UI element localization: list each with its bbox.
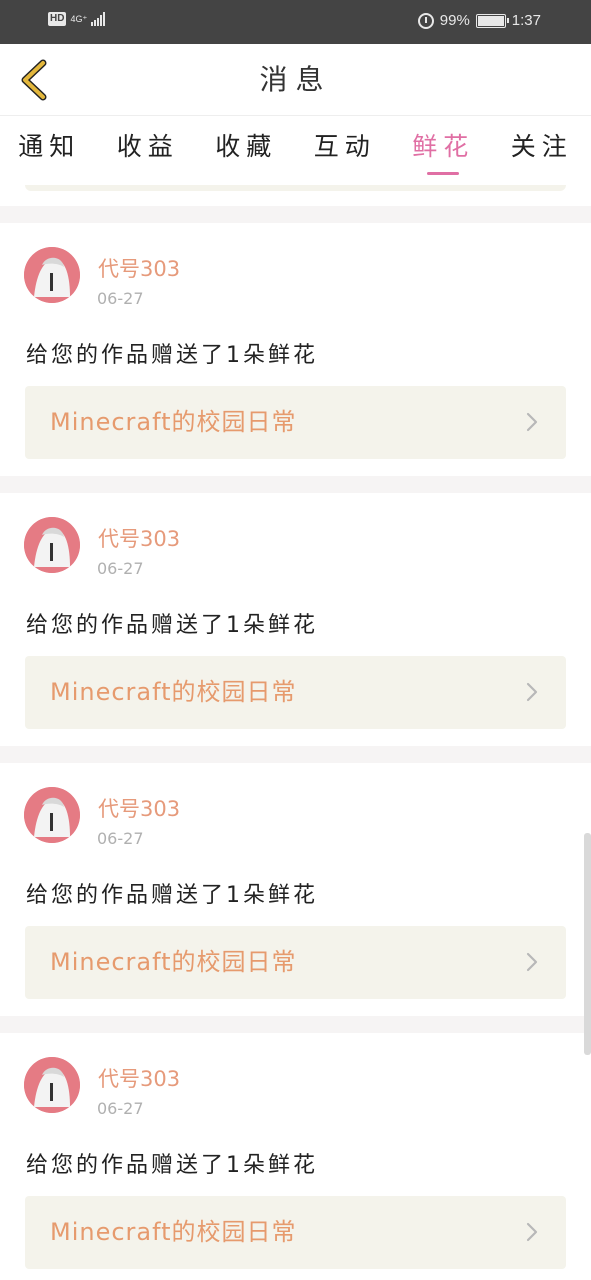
network-label: 4G⁺ bbox=[70, 14, 88, 24]
message-date: 06-27 bbox=[97, 1099, 144, 1118]
scrollbar[interactable] bbox=[584, 833, 591, 1055]
avatar-image bbox=[24, 1057, 80, 1113]
chevron-right-icon bbox=[526, 1222, 538, 1242]
message-date: 06-27 bbox=[97, 559, 144, 578]
status-bar: HD 4G⁺ 99% 1:37 bbox=[0, 0, 591, 44]
work-link-card[interactable]: Minecraft的校园日常 bbox=[25, 656, 566, 729]
message-date: 06-27 bbox=[97, 289, 144, 308]
tab-flowers[interactable]: 鲜花 bbox=[408, 117, 478, 185]
tab-follows[interactable]: 关注 bbox=[507, 117, 577, 185]
previous-card-edge bbox=[25, 185, 566, 191]
message-text: 给您的作品赠送了1朵鲜花 bbox=[26, 883, 318, 908]
message-text: 给您的作品赠送了1朵鲜花 bbox=[26, 343, 318, 368]
message-item: 代号303 06-27 给您的作品赠送了1朵鲜花 Minecraft的校园日常 bbox=[0, 763, 591, 1016]
battery-icon bbox=[475, 13, 509, 28]
message-list: 代号303 06-27 给您的作品赠送了1朵鲜花 Minecraft的校园日常 … bbox=[0, 185, 591, 1280]
chevron-right-icon bbox=[526, 952, 538, 972]
tab-earnings[interactable]: 收益 bbox=[113, 117, 183, 185]
avatar[interactable] bbox=[24, 1057, 80, 1113]
signal-icon bbox=[91, 12, 106, 26]
hd-badge: HD bbox=[48, 12, 67, 26]
avatar-image bbox=[24, 517, 80, 573]
sender-name[interactable]: 代号303 bbox=[98, 1063, 180, 1093]
work-title: Minecraft的校园日常 bbox=[50, 1218, 297, 1246]
message-date: 06-27 bbox=[97, 829, 144, 848]
battery-percent: 99% bbox=[439, 12, 470, 29]
status-left: HD 4G⁺ bbox=[48, 12, 106, 26]
chevron-right-icon bbox=[526, 682, 538, 702]
divider bbox=[0, 1016, 591, 1033]
work-link-card[interactable]: Minecraft的校园日常 bbox=[25, 1196, 566, 1269]
work-link-card[interactable]: Minecraft的校园日常 bbox=[25, 926, 566, 999]
avatar[interactable] bbox=[24, 787, 80, 843]
sender-name[interactable]: 代号303 bbox=[98, 523, 180, 553]
work-title: Minecraft的校园日常 bbox=[50, 678, 297, 706]
sender-name[interactable]: 代号303 bbox=[98, 253, 180, 283]
tab-interactions[interactable]: 互动 bbox=[310, 117, 380, 185]
message-item: 代号303 06-27 给您的作品赠送了1朵鲜花 Minecraft的校园日常 bbox=[0, 223, 591, 476]
tab-bar: 通知 收益 收藏 互动 鲜花 关注 bbox=[0, 117, 591, 185]
work-link-card[interactable]: Minecraft的校园日常 bbox=[25, 386, 566, 459]
avatar[interactable] bbox=[24, 517, 80, 573]
message-text: 给您的作品赠送了1朵鲜花 bbox=[26, 1153, 318, 1178]
message-item: 代号303 06-27 给您的作品赠送了1朵鲜花 Minecraft的校园日常 bbox=[0, 493, 591, 746]
page-title: 消息 bbox=[259, 63, 332, 96]
clock: 1:37 bbox=[511, 12, 541, 29]
work-title: Minecraft的校园日常 bbox=[50, 948, 297, 976]
message-text: 给您的作品赠送了1朵鲜花 bbox=[26, 613, 318, 638]
work-title: Minecraft的校园日常 bbox=[50, 408, 297, 436]
message-item: 代号303 06-27 给您的作品赠送了1朵鲜花 Minecraft的校园日常 bbox=[0, 1033, 591, 1280]
avatar-image bbox=[24, 247, 80, 303]
avatar-image bbox=[24, 787, 80, 843]
divider bbox=[0, 476, 591, 493]
tab-notifications[interactable]: 通知 bbox=[14, 117, 84, 185]
tab-favorites[interactable]: 收藏 bbox=[211, 117, 281, 185]
header: 消息 bbox=[0, 44, 591, 116]
chevron-right-icon bbox=[526, 412, 538, 432]
alarm-icon bbox=[417, 12, 434, 29]
divider bbox=[0, 746, 591, 763]
status-right: 99% 1:37 bbox=[417, 12, 541, 29]
divider bbox=[0, 206, 591, 223]
avatar[interactable] bbox=[24, 247, 80, 303]
sender-name[interactable]: 代号303 bbox=[98, 793, 180, 823]
